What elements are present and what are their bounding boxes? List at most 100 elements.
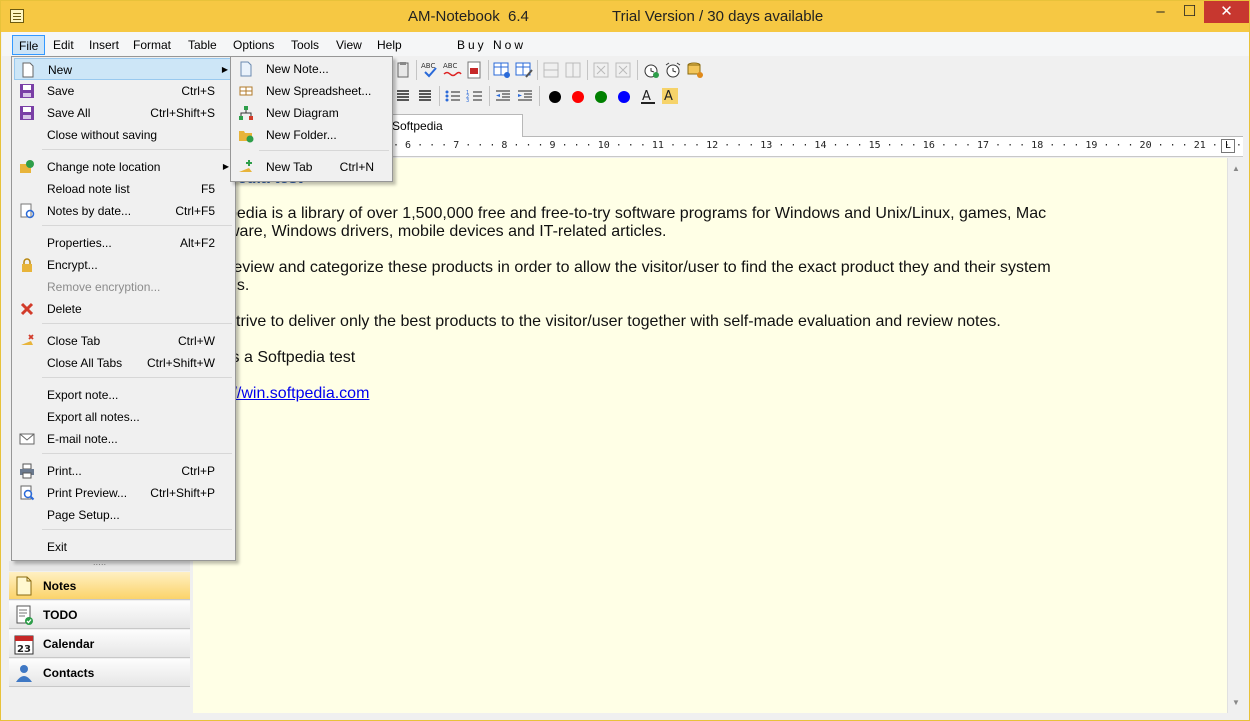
paste-icon[interactable] — [393, 60, 413, 80]
svg-text:A: A — [664, 89, 673, 104]
submenu-new-tab[interactable]: New Tab Ctrl+N — [233, 156, 390, 178]
spellcheck-auto-icon[interactable]: ABC — [442, 60, 462, 80]
tab-softpedia[interactable]: Softpedia — [375, 114, 523, 137]
reminder-icon[interactable] — [641, 60, 661, 80]
location-icon — [20, 160, 34, 173]
file-menu-properties[interactable]: Properties... Alt+F2 — [14, 232, 233, 254]
menu-item-shortcut: Ctrl+N — [339, 160, 374, 174]
toolbar-separator — [439, 86, 440, 106]
file-menu-page-setup[interactable]: Page Setup... — [14, 504, 233, 526]
file-menu-close-all-tabs[interactable]: Close All Tabs Ctrl+Shift+W — [14, 352, 233, 374]
file-menu-save[interactable]: Save Ctrl+S — [14, 80, 233, 102]
new-page-icon — [22, 62, 34, 78]
nav-contacts[interactable]: Contacts — [9, 659, 190, 687]
align-full-icon[interactable] — [415, 86, 435, 106]
database-icon[interactable] — [685, 60, 705, 80]
softpedia-link[interactable]: ://win.softpedia.com — [228, 385, 369, 402]
submenu-new-diagram[interactable]: New Diagram — [233, 102, 390, 124]
lock-icon — [22, 258, 32, 272]
color-red-button[interactable] — [572, 91, 584, 103]
file-menu-save-all[interactable]: Save All Ctrl+Shift+S — [14, 102, 233, 124]
menu-file[interactable]: File — [12, 35, 46, 55]
menu-item-label: Print... — [47, 464, 82, 478]
menu-item-label: Notes by date... — [47, 204, 132, 218]
color-black-button[interactable] — [549, 91, 561, 103]
paragraph-2-line-1: review and categorize these products in … — [228, 259, 1051, 276]
color-green-button[interactable] — [595, 91, 607, 103]
print-icon — [20, 463, 34, 479]
buy-now-link[interactable]: Buy Now — [451, 35, 532, 55]
file-menu-exit[interactable]: Exit — [14, 536, 233, 558]
file-menu-change-note-location[interactable]: Change note location ▶ — [14, 156, 233, 178]
numbered-list-icon[interactable]: 123 — [465, 86, 485, 106]
menu-item-shortcut: Alt+F2 — [179, 236, 215, 250]
color-blue-button[interactable] — [618, 91, 630, 103]
menu-edit[interactable]: Edit — [47, 35, 80, 55]
toolbar-formatting: 123 A A — [391, 84, 691, 108]
minimize-button[interactable]: – — [1147, 1, 1174, 23]
nav-calendar[interactable]: 23 Calendar — [9, 630, 190, 658]
menu-item-label: Properties... — [47, 236, 112, 250]
file-menu-delete[interactable]: Delete — [14, 298, 233, 320]
menu-options[interactable]: Options — [227, 35, 280, 55]
increase-indent-icon[interactable] — [515, 86, 535, 106]
menu-item-label: Delete — [47, 302, 82, 316]
app-icon[interactable] — [10, 9, 24, 23]
nav-todo[interactable]: TODO — [9, 601, 190, 629]
file-menu-email-note[interactable]: E-mail note... — [14, 428, 233, 450]
submenu-arrow-icon: ▶ — [222, 162, 229, 171]
menu-item-label: New Diagram — [266, 106, 339, 120]
file-menu-close-tab[interactable]: Close Tab Ctrl+W — [14, 330, 233, 352]
paragraph-1-line-2: ware, Windows drivers, mobile devices an… — [228, 223, 667, 240]
spellcheck-icon[interactable]: ABC — [420, 60, 440, 80]
file-menu-print[interactable]: Print... Ctrl+P — [14, 460, 233, 482]
decrease-indent-icon[interactable] — [493, 86, 513, 106]
justify-icon[interactable] — [393, 86, 413, 106]
diagram-icon — [239, 106, 253, 120]
maximize-button[interactable]: ☐ — [1176, 1, 1203, 23]
pdf-icon[interactable] — [464, 60, 484, 80]
submenu-new-spreadsheet[interactable]: New Spreadsheet... — [233, 80, 390, 102]
insert-column-icon[interactable] — [563, 60, 583, 80]
new-submenu: New Note... New Spreadsheet... New Diagr… — [230, 56, 393, 182]
font-color-icon[interactable]: A — [638, 86, 658, 106]
file-menu-reload-note-list[interactable]: Reload note list F5 — [14, 178, 233, 200]
delete-column-icon[interactable] — [613, 60, 633, 80]
file-menu-notes-by-date[interactable]: Notes by date... Ctrl+F5 — [14, 200, 233, 222]
file-menu-remove-encryption[interactable]: Remove encryption... — [14, 276, 233, 298]
contacts-icon — [16, 665, 32, 682]
file-menu-export-all-notes[interactable]: Export all notes... — [14, 406, 233, 428]
insert-table-icon[interactable] — [492, 60, 512, 80]
menu-separator — [42, 225, 232, 226]
menu-tools[interactable]: Tools — [285, 35, 325, 55]
toolbar-separator — [537, 60, 538, 80]
submenu-new-note[interactable]: New Note... — [233, 58, 390, 80]
nav-notes[interactable]: Notes — [9, 572, 190, 600]
close-button[interactable]: ✕ — [1204, 1, 1249, 23]
file-menu-close-without-saving[interactable]: Close without saving — [14, 124, 233, 146]
submenu-new-folder[interactable]: New Folder... — [233, 124, 390, 146]
menu-table[interactable]: Table — [182, 35, 223, 55]
table-properties-icon[interactable] — [514, 60, 534, 80]
file-menu-print-preview[interactable]: Print Preview... Ctrl+Shift+P — [14, 482, 233, 504]
alarm-clock-icon[interactable] — [663, 60, 683, 80]
insert-row-icon[interactable] — [541, 60, 561, 80]
menu-format[interactable]: Format — [127, 35, 177, 55]
menu-help[interactable]: Help — [371, 35, 408, 55]
menu-item-label: E-mail note... — [47, 432, 118, 446]
file-menu-encrypt[interactable]: Encrypt... — [14, 254, 233, 276]
ruler-tab-marker[interactable]: L — [1221, 139, 1235, 153]
file-menu-new[interactable]: New ▶ — [14, 58, 233, 80]
todo-icon — [16, 605, 33, 625]
delete-row-icon[interactable] — [591, 60, 611, 80]
editor-scrollbar[interactable] — [1227, 158, 1243, 713]
splitter-grip[interactable]: ····· — [9, 561, 190, 571]
note-editor[interactable]: pedia test pedia is a library of over 1,… — [193, 158, 1227, 713]
delete-icon — [20, 302, 34, 316]
bullet-list-icon[interactable] — [443, 86, 463, 106]
highlight-color-icon[interactable]: A — [660, 86, 680, 106]
menu-view[interactable]: View — [330, 35, 368, 55]
file-menu-dropdown: New ▶ Save Ctrl+S Save All Ctrl+Shift+S … — [11, 56, 236, 561]
file-menu-export-note[interactable]: Export note... — [14, 384, 233, 406]
menu-insert[interactable]: Insert — [83, 35, 125, 55]
